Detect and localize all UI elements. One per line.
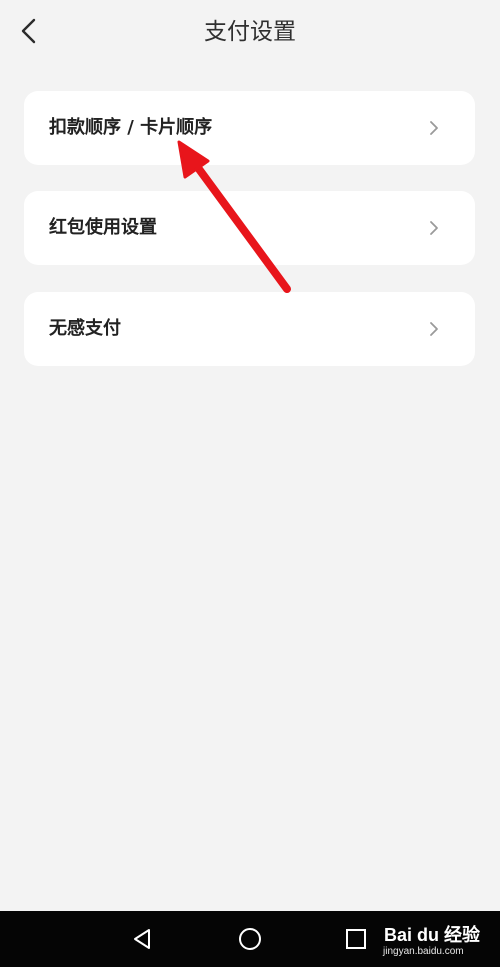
system-navigation-bar: Bai du 经验 jingyan.baidu.com [0, 911, 500, 967]
watermark-url: jingyan.baidu.com [383, 946, 464, 957]
settings-item-label: 扣款顺序 / 卡片顺序 [49, 117, 213, 138]
square-recents-icon [346, 929, 366, 949]
nav-home-button[interactable] [236, 925, 264, 953]
chevron-right-icon [430, 322, 438, 336]
watermark-brand: Bai du 经验 [384, 925, 481, 945]
nav-back-button[interactable] [128, 925, 156, 953]
circle-home-icon [239, 928, 261, 950]
page-title: 支付设置 [204, 19, 296, 45]
settings-item-deduction-order[interactable]: 扣款顺序 / 卡片顺序 [24, 91, 475, 165]
watermark: Bai du 经验 jingyan.baidu.com [382, 917, 480, 963]
nav-recents-button[interactable] [342, 925, 370, 953]
settings-item-label: 红包使用设置 [49, 217, 157, 238]
settings-item-label: 无感支付 [49, 318, 121, 339]
chevron-right-icon [430, 121, 438, 135]
settings-item-red-packet[interactable]: 红包使用设置 [24, 191, 475, 265]
settings-item-seamless-pay[interactable]: 无感支付 [24, 292, 475, 366]
header-bar: 支付设置 [0, 0, 500, 64]
chevron-right-icon [430, 221, 438, 235]
triangle-back-icon [134, 929, 150, 949]
